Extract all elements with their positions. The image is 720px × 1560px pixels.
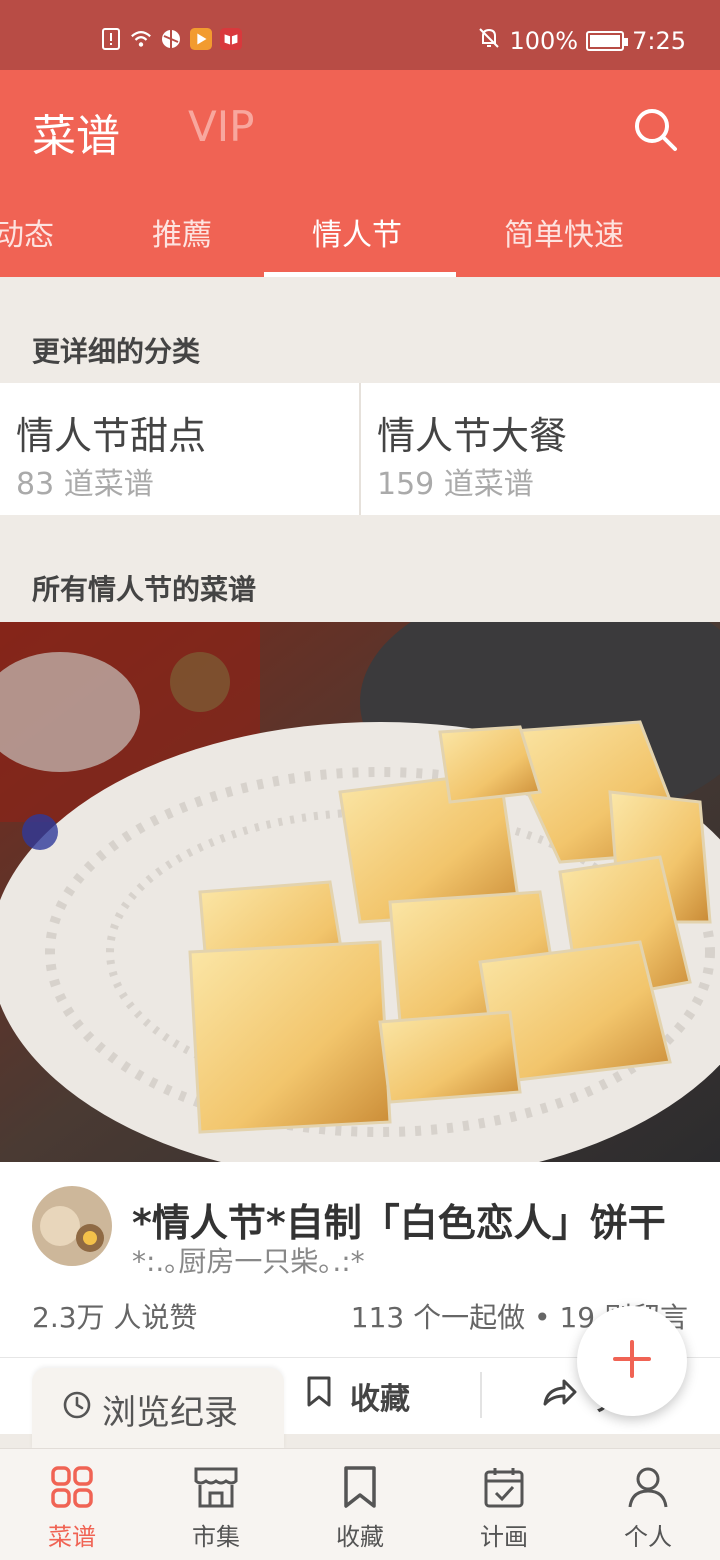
shop-icon [192,1465,240,1513]
battery-percent: 100% [509,27,579,55]
status-icons [100,28,242,50]
clock-icon [62,1389,92,1429]
nav-label: 菜谱 [48,1523,96,1551]
nav-label: 个人 [624,1523,672,1551]
app-bar: 菜谱 VIP 动态 推薦 情人节 简单快速 [0,70,720,277]
save-button[interactable]: 收藏 [306,1358,410,1434]
person-icon [626,1465,670,1513]
status-bar: 100% 7:25 [0,0,720,70]
category-grid: 情人节甜点 83 道菜谱 情人节大餐 159 道菜谱 [0,383,720,515]
categories-heading: 更详细的分类 [32,335,201,368]
grid-icon [50,1465,94,1513]
active-tab-indicator [264,272,456,277]
brand-title[interactable]: 菜谱 [32,100,120,164]
globe-app-icon [160,28,182,50]
save-label: 收藏 [350,1382,410,1417]
likes-count: 2.3万 人说赞 [32,1301,198,1334]
bookmark-icon [306,1376,332,1416]
battery-icon [586,31,629,51]
category-tabs: 动态 推薦 情人节 简单快速 [0,210,720,277]
category-card-dinner[interactable]: 情人节大餐 159 道菜谱 [361,383,720,515]
tab-dongtai[interactable]: 动态 [0,210,54,254]
author-avatar[interactable] [32,1186,112,1266]
mute-icon [477,26,501,56]
category-count: 159 道菜谱 [377,467,534,502]
recipes-heading: 所有情人节的菜谱 [32,573,257,606]
bookmark-icon [342,1465,378,1513]
bottom-nav: 菜谱 市集 收藏 计画 个人 [0,1448,720,1560]
search-icon[interactable] [632,106,680,154]
nav-favorites[interactable]: 收藏 [288,1465,432,1552]
clock: 7:25 [632,27,686,55]
status-right: 100% 7:25 [477,26,686,56]
category-count: 83 道菜谱 [16,467,154,502]
tab-recommend[interactable]: 推薦 [152,210,212,254]
book-app-icon [220,28,242,50]
plus-icon [612,1339,652,1383]
divider [480,1372,482,1418]
history-label: 浏览纪录 [102,1392,238,1433]
vip-link[interactable]: VIP [188,102,254,151]
nav-market[interactable]: 市集 [144,1465,288,1552]
nav-label: 收藏 [336,1523,384,1551]
recipe-photo[interactable] [0,622,720,1162]
recipe-title[interactable]: *情人节*自制「白色恋人」饼干 [132,1192,672,1247]
calendar-icon [482,1465,526,1513]
wifi-icon [130,28,152,50]
nav-recipes[interactable]: 菜谱 [0,1465,144,1552]
category-name: 情人节大餐 [377,414,568,458]
tab-quick[interactable]: 简单快速 [504,210,624,254]
recipe-author[interactable]: *:.｡厨房一只柴｡.:* [132,1240,365,1280]
history-button[interactable]: 浏览纪录 [32,1368,284,1450]
nav-label: 市集 [192,1523,240,1551]
nav-profile[interactable]: 个人 [576,1465,720,1552]
nav-plan[interactable]: 计画 [432,1465,576,1552]
tab-valentine[interactable]: 情人节 [312,210,402,254]
share-icon [542,1377,578,1415]
category-name: 情人节甜点 [16,414,207,458]
nav-label: 计画 [480,1523,528,1551]
sim-alert-icon [100,28,122,50]
category-card-dessert[interactable]: 情人节甜点 83 道菜谱 [0,383,359,515]
add-recipe-button[interactable] [577,1306,687,1416]
video-app-icon [190,28,212,50]
